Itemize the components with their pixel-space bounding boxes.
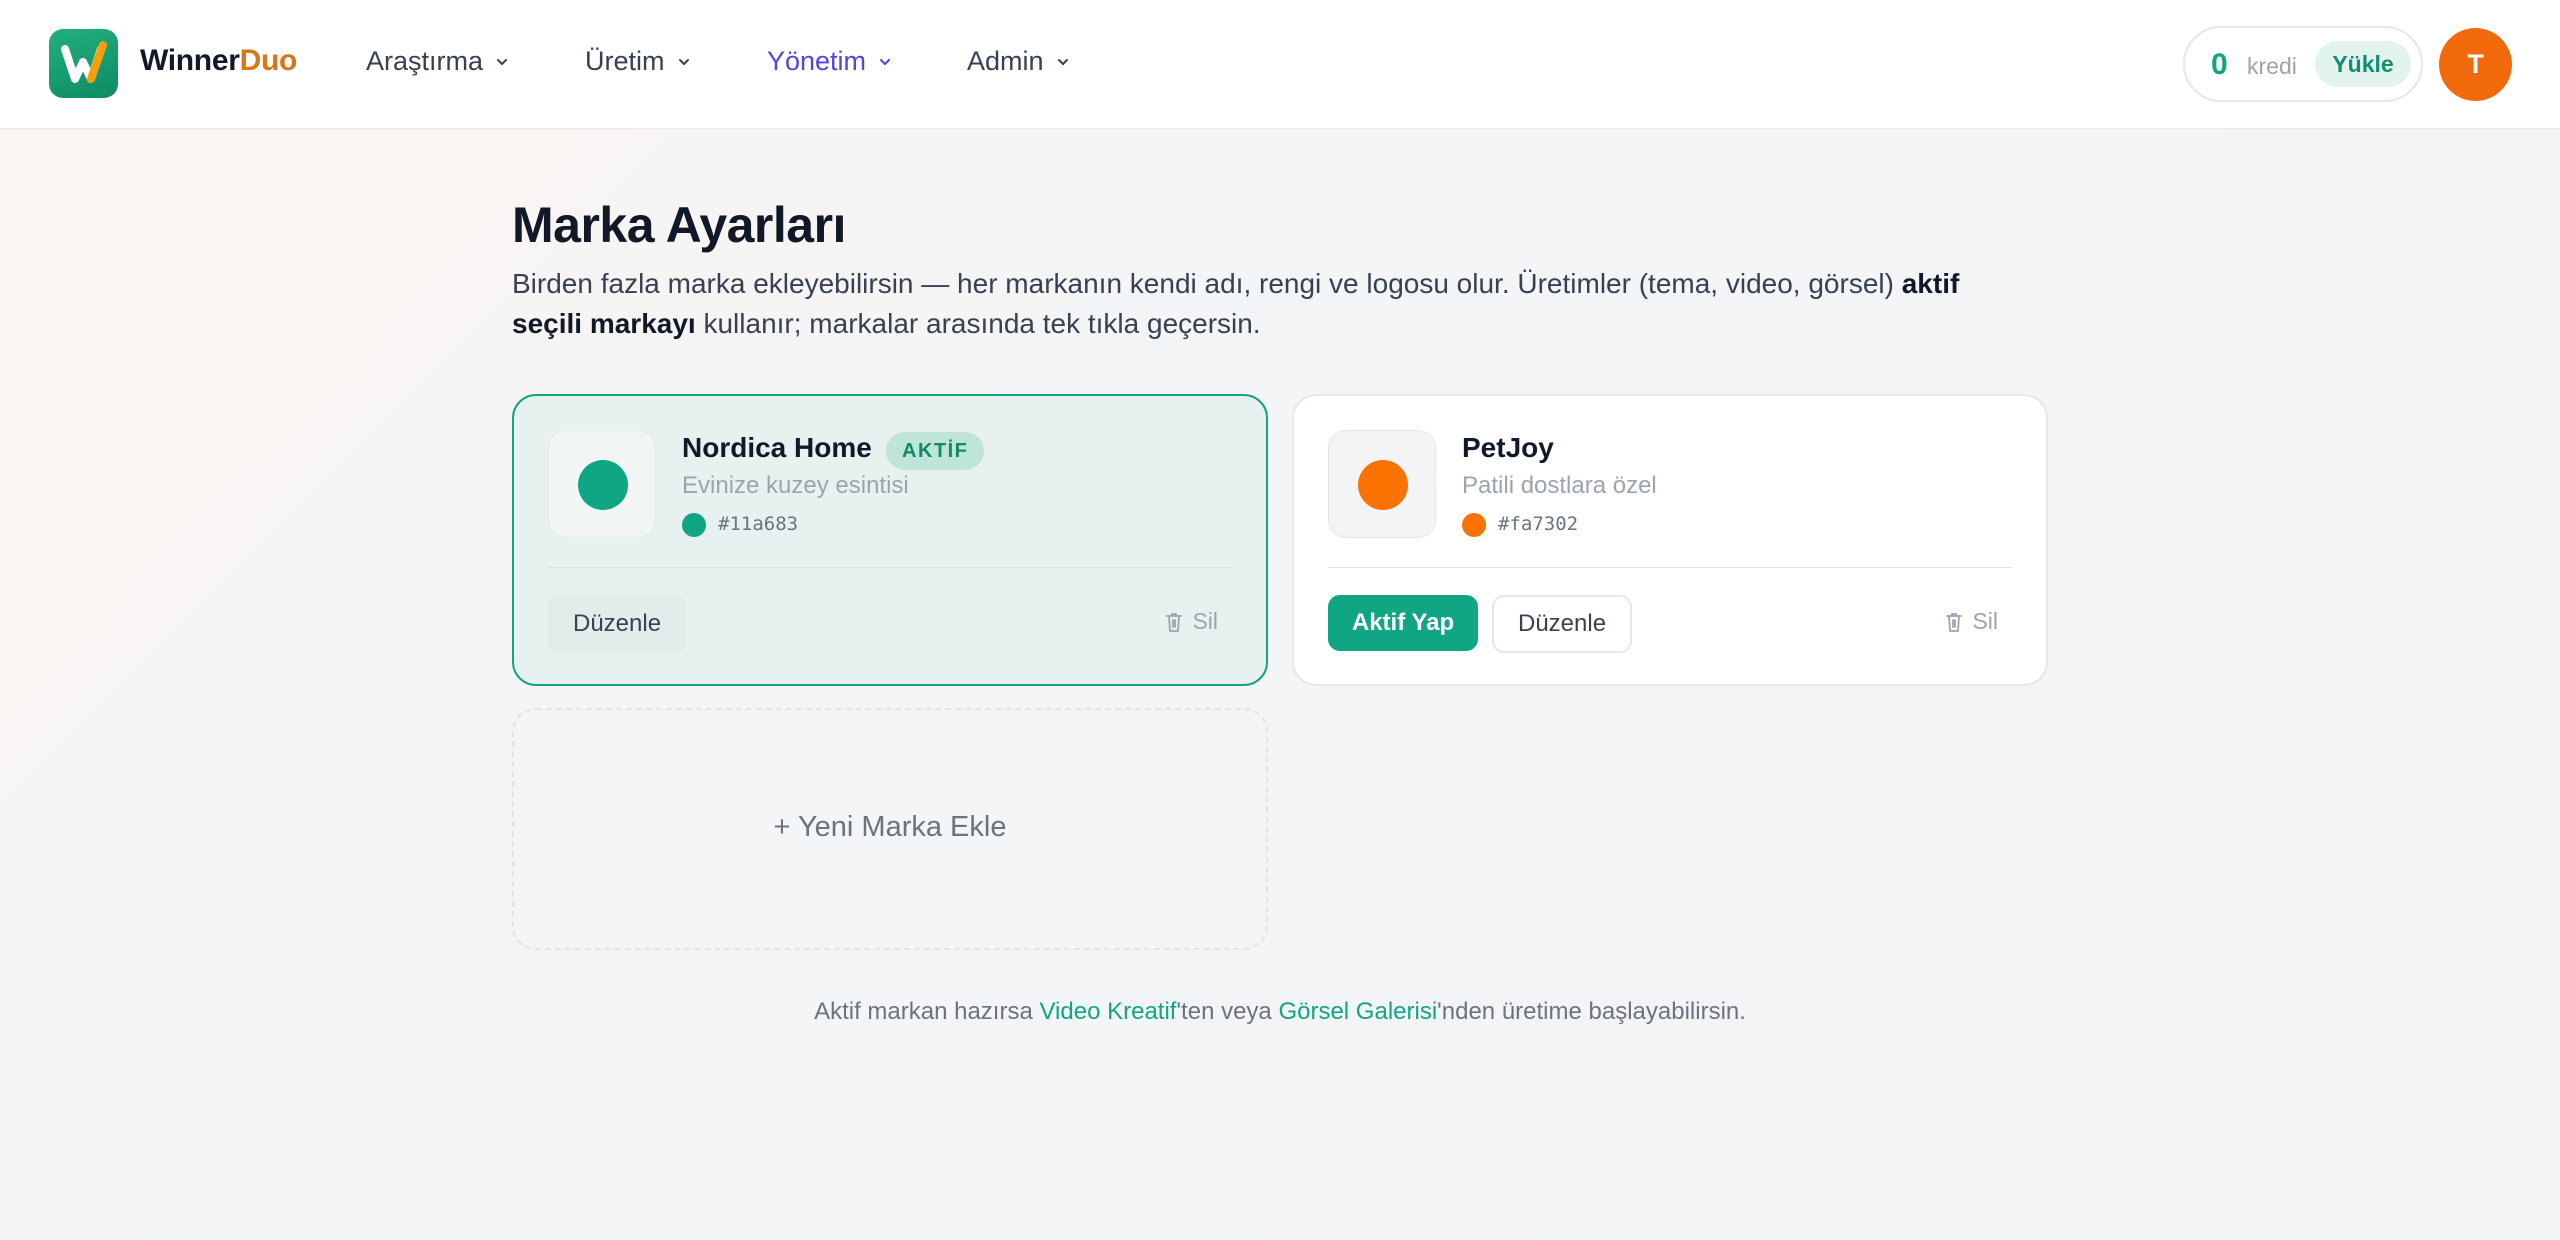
color-dot-icon [682,513,706,537]
intro-text-2: kullanır; markalar arasında tek tıkla ge… [695,308,1261,339]
chevron-down-icon [678,58,689,65]
footer-text-3: 'nden üretime başlayabilirsin. [1437,998,1746,1025]
footer-text-1: Aktif markan hazırsa [814,998,1040,1025]
add-brand-label: + Yeni Marka Ekle [773,811,1007,843]
brand-name-part1: Winner [140,44,240,77]
brand-card-petjoy[interactable]: PetJoy Patili dostlara özel #fa7302 Akti… [1292,394,2048,686]
load-credits-button[interactable]: Yükle [2315,41,2411,87]
page-intro: Birden fazla marka ekleyebilirsin — her … [512,264,2032,344]
brand-tagline: Evinize kuzey esintisi [682,472,909,499]
nav-label: Araştırma [366,46,484,76]
video-kreatif-link[interactable]: Video Kreatif [1039,998,1176,1025]
brand-logo-placeholder [1328,430,1436,538]
footer-text-2: 'ten veya [1176,998,1279,1025]
brand-card-nordica-home[interactable]: Nordica Home AKTİF Evinize kuzey esintis… [512,394,1268,686]
chevron-down-icon [497,58,508,65]
brand-name: Nordica Home [682,432,872,463]
credit-balance: 0 kredi Yükle [2183,26,2423,102]
brand-logo-placeholder [548,430,656,538]
nav-uretim[interactable]: Üretim [585,46,691,77]
nav-label: Yönetim [767,46,867,76]
credit-label: kredi [2247,53,2297,79]
brand-color-swatch [578,460,628,510]
edit-button[interactable]: Düzenle [548,595,687,653]
delete-button[interactable]: Sil [1944,608,1998,635]
logo-w-icon [61,41,107,83]
card-divider [1328,567,2012,568]
brand-hex-color: #11a683 [718,513,799,535]
color-dot-icon [1462,513,1486,537]
top-header: WinnerDuo Araştırma Üretim Yönetim Admin… [0,0,2560,129]
add-brand-button[interactable]: + Yeni Marka Ekle [512,708,1268,950]
nav-arastirma[interactable]: Araştırma [366,46,509,77]
delete-label: Sil [1972,608,1998,634]
user-avatar[interactable]: T [2439,28,2512,101]
brand-name-part2: Duo [239,44,298,77]
brand-name: PetJoy [1462,432,1554,463]
nav-label: Üretim [585,46,665,76]
chevron-down-icon [880,58,891,65]
app-logo[interactable] [49,29,118,98]
nav-label: Admin [967,46,1044,76]
trash-icon [1166,612,1183,632]
nav-admin[interactable]: Admin [967,46,1070,77]
gorsel-galerisi-link[interactable]: Görsel Galerisi [1278,998,1437,1025]
nav-yonetim[interactable]: Yönetim [767,46,892,77]
make-active-button[interactable]: Aktif Yap [1328,595,1478,651]
brand-hex-color: #fa7302 [1498,513,1579,535]
active-badge: AKTİF [886,432,985,470]
edit-button[interactable]: Düzenle [1492,595,1633,653]
page-title: Marka Ayarları [512,197,846,253]
credit-count: 0 [2211,48,2228,81]
brand-color-swatch [1358,460,1408,510]
delete-button[interactable]: Sil [1164,608,1218,635]
delete-label: Sil [1192,608,1218,634]
trash-icon [1946,612,1963,632]
intro-text-1: Birden fazla marka ekleyebilirsin — her … [512,268,1902,299]
footer-hint: Aktif markan hazırsa Video Kreatif'ten v… [0,998,2560,1026]
card-divider [548,567,1232,568]
chevron-down-icon [1057,58,1068,65]
brand-name[interactable]: WinnerDuo [140,44,297,78]
brand-tagline: Patili dostlara özel [1462,472,1657,499]
